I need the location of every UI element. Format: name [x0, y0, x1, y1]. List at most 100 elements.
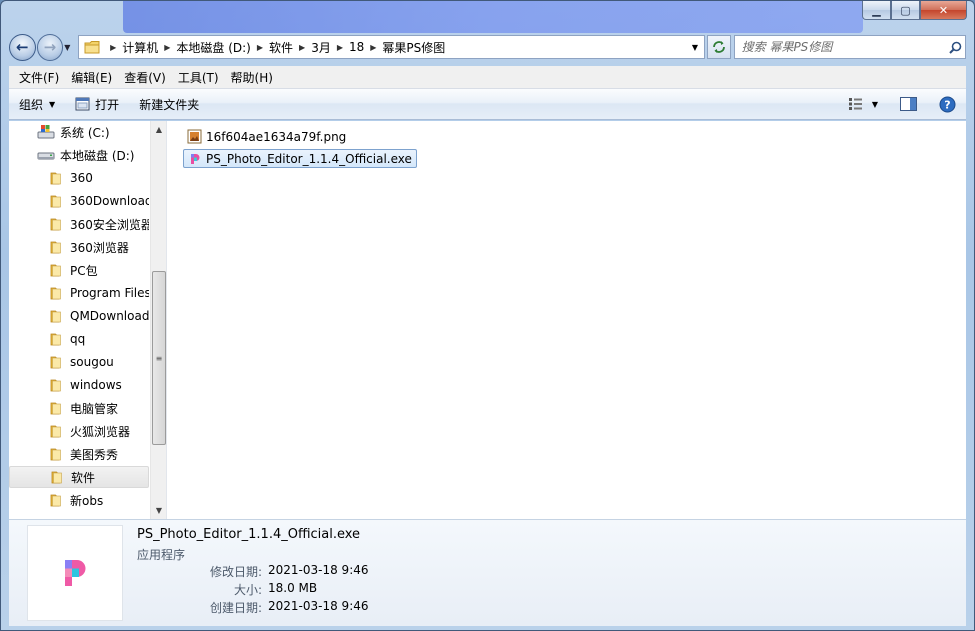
address-dropdown[interactable]: ▼	[686, 36, 704, 58]
tree-item[interactable]: 电脑管家	[9, 397, 149, 419]
tree-item-label: windows	[70, 378, 122, 392]
tree-item-label: 新obs	[70, 493, 104, 508]
details-value: 2021-03-18 9:46	[268, 563, 369, 577]
tree-item[interactable]: 新obs	[9, 489, 149, 511]
folder-icon	[84, 41, 100, 54]
folder-icon	[49, 193, 65, 209]
recent-pages-dropdown[interactable]: ▼	[64, 43, 74, 52]
forward-arrow-icon: →	[43, 38, 57, 56]
tree-item[interactable]: 360浏览器	[9, 236, 149, 258]
scroll-up-arrow[interactable]: ▲	[151, 121, 166, 138]
minimize-button[interactable]: ▁	[862, 1, 891, 20]
file-item-selected[interactable]: PS_Photo_Editor_1.1.4_Official.exe	[183, 149, 417, 168]
breadcrumb-computer[interactable]: 计算机	[122, 39, 158, 56]
view-options-icon	[848, 98, 862, 110]
back-button[interactable]: ←	[9, 33, 36, 61]
folder-icon	[49, 400, 65, 416]
close-button[interactable]: ✕	[920, 1, 967, 20]
chevron-down-icon: ▼	[871, 99, 878, 109]
details-pane: PS_Photo_Editor_1.1.4_Official.exe 应用程序 …	[9, 519, 966, 626]
tree-item[interactable]: qq	[9, 328, 149, 350]
tree-item[interactable]: sougou	[9, 351, 149, 373]
forward-button[interactable]: →	[36, 33, 64, 61]
back-arrow-icon: ←	[16, 38, 29, 56]
breadcrumb-current-folder[interactable]: 幂果PS修图	[382, 39, 445, 56]
breadcrumb-separator[interactable]: ▶	[364, 43, 382, 52]
folder-icon	[49, 423, 65, 439]
menu-help[interactable]: 帮助(H)	[225, 69, 279, 86]
maximize-button[interactable]: ▢	[891, 1, 920, 20]
scrollbar-thumb[interactable]: ≡	[152, 271, 166, 445]
search-box[interactable]	[733, 35, 967, 59]
address-bar[interactable]: ▶ 计算机 ▶ 本地磁盘 (D:) ▶ 软件 ▶ 3月 ▶ 18 ▶ 幂果PS修…	[78, 35, 705, 59]
file-item[interactable]: 16f604ae1634a79f.png	[183, 127, 350, 146]
tree-item-label: 360浏览器	[70, 240, 129, 255]
search-icon[interactable]	[945, 41, 965, 54]
breadcrumb-separator[interactable]: ▶	[251, 43, 269, 52]
tree-item-label: 电脑管家	[70, 401, 119, 416]
breadcrumb-software[interactable]: 软件	[269, 39, 293, 56]
tree-item-label: 火狐浏览器	[70, 424, 131, 439]
tree-item[interactable]: 360	[9, 167, 149, 189]
breadcrumb-separator[interactable]: ▶	[104, 43, 122, 52]
tree-item[interactable]: 美图秀秀	[9, 443, 149, 465]
open-button[interactable]: 打开	[65, 89, 129, 119]
details-value: 2021-03-18 9:46	[268, 599, 369, 613]
organize-button[interactable]: 组织 ▼	[9, 89, 65, 119]
breadcrumb: ▶ 计算机 ▶ 本地磁盘 (D:) ▶ 软件 ▶ 3月 ▶ 18 ▶ 幂果PS修…	[104, 36, 445, 58]
file-name: PS_Photo_Editor_1.1.4_Official.exe	[206, 151, 412, 166]
new-folder-button[interactable]: 新建文件夹	[129, 89, 209, 119]
tree-item[interactable]: windows	[9, 374, 149, 396]
ps-app-icon	[65, 560, 86, 586]
command-bar: 组织 ▼ 打开 新建文件夹 ▼ ?	[9, 89, 966, 120]
organize-label: 组织	[19, 97, 44, 112]
navigation-scrollbar[interactable]: ▲ ≡ ▼	[150, 121, 166, 519]
folder-icon	[49, 285, 65, 301]
preview-pane-button[interactable]	[894, 89, 923, 119]
file-thumbnail	[27, 525, 123, 621]
tree-item[interactable]: 本地磁盘 (D:)	[9, 144, 149, 166]
folder-icon	[49, 216, 65, 232]
chevron-down-icon: ▼	[49, 99, 56, 109]
tree-item[interactable]: PC包	[9, 259, 149, 281]
menu-tools[interactable]: 工具(T)	[172, 69, 225, 86]
tree-item[interactable]: 火狐浏览器	[9, 420, 149, 442]
breadcrumb-separator[interactable]: ▶	[331, 43, 349, 52]
tree-item[interactable]: Program Files	[9, 282, 149, 304]
drive-icon	[37, 148, 55, 162]
breadcrumb-separator[interactable]: ▶	[293, 43, 311, 52]
menu-view[interactable]: 查看(V)	[118, 69, 172, 86]
details-key: 修改日期:	[209, 565, 262, 579]
change-view-button[interactable]: ▼	[842, 89, 884, 119]
tree-item[interactable]: 360Download	[9, 190, 149, 212]
help-icon: ?	[939, 96, 956, 112]
tree-item[interactable]: 软件	[9, 466, 149, 488]
scroll-down-arrow[interactable]: ▼	[151, 502, 166, 519]
folder-icon	[49, 308, 65, 324]
help-button[interactable]: ?	[933, 89, 966, 119]
menu-file[interactable]: 文件(F)	[13, 69, 65, 86]
breadcrumb-18[interactable]: 18	[349, 40, 364, 54]
tree-item-label: 软件	[71, 470, 96, 485]
tree-item-label: QMDownload	[70, 309, 149, 323]
folder-icon	[49, 377, 65, 393]
preview-pane-icon	[900, 97, 917, 111]
navigation-pane: 系统 (C:) 本地磁盘 (D:) 360 360Download 360安全浏览器 36…	[9, 121, 167, 519]
system-drive-icon	[37, 124, 55, 140]
breadcrumb-march[interactable]: 3月	[311, 39, 331, 56]
breadcrumb-separator[interactable]: ▶	[158, 43, 176, 52]
file-name: 16f604ae1634a79f.png	[206, 129, 347, 144]
search-input[interactable]	[741, 40, 946, 54]
tree-item[interactable]: 360安全浏览器	[9, 213, 149, 235]
details-row-modified: 修改日期: 2021-03-18 9:46	[137, 563, 369, 581]
tree-item[interactable]: 系统 (C:)	[9, 121, 149, 143]
breadcrumb-drive-d[interactable]: 本地磁盘 (D:)	[176, 39, 250, 56]
menu-bar: 文件(F) 编辑(E) 查看(V) 工具(T) 帮助(H)	[9, 66, 966, 89]
refresh-button[interactable]	[706, 35, 731, 59]
menu-edit[interactable]: 编辑(E)	[65, 69, 118, 86]
tree-item[interactable]: QMDownload	[9, 305, 149, 327]
details-key: 大小:	[233, 583, 262, 597]
content-area: 系统 (C:) 本地磁盘 (D:) 360 360Download 360安全浏览器 36…	[9, 121, 966, 519]
tree-item-label: 360安全浏览器	[70, 217, 149, 232]
folder-icon	[49, 492, 65, 508]
